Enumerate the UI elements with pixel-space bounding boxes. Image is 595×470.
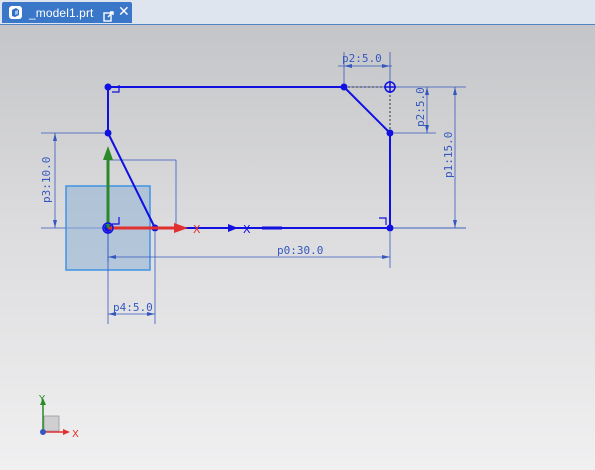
close-icon[interactable]: ✕ bbox=[118, 3, 130, 21]
sketch-x-label: X bbox=[243, 223, 251, 236]
triad-y-label: Y bbox=[38, 394, 46, 405]
dimension-p4[interactable]: p4:5.0 bbox=[113, 301, 153, 314]
tab-model1[interactable]: _model1.prt ✕ bbox=[2, 2, 132, 23]
triad-x-label: X bbox=[72, 429, 79, 440]
tab-label: _model1.prt bbox=[29, 6, 94, 20]
dimension-p1[interactable]: p1:15.0 bbox=[442, 132, 455, 178]
graphics-window[interactable]: p0:30.0 p1:15.0 p2:5.0 p2:5.0 p3:10.0 p4… bbox=[0, 25, 595, 470]
popout-icon[interactable] bbox=[103, 7, 114, 26]
perpendicular-constraints bbox=[112, 85, 387, 225]
dimension-p3[interactable]: p3:10.0 bbox=[40, 157, 53, 203]
view-triad[interactable]: Y X bbox=[38, 394, 79, 440]
dimension-p2-horizontal[interactable]: p2:5.0 bbox=[342, 52, 382, 65]
corner-point-icon[interactable] bbox=[384, 81, 396, 93]
dimension-p0[interactable]: p0:30.0 bbox=[277, 244, 323, 257]
part-file-icon bbox=[8, 5, 23, 24]
dimension-p2-vertical[interactable]: p2:5.0 bbox=[414, 87, 427, 127]
sketch-canvas[interactable]: p0:30.0 p1:15.0 p2:5.0 p2:5.0 p3:10.0 p4… bbox=[0, 25, 595, 470]
sketch-direction-marker: X bbox=[200, 223, 282, 236]
x-axis-label: X bbox=[193, 223, 201, 236]
document-tab-bar: _model1.prt ✕ bbox=[0, 0, 595, 25]
